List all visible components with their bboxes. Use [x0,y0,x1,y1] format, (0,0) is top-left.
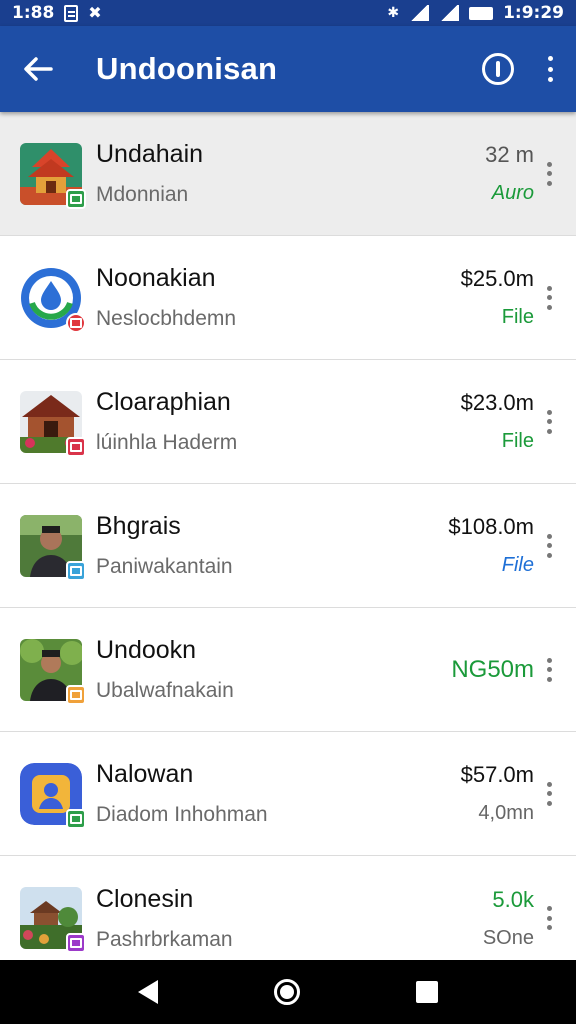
item-title: Bhgrais [96,512,181,540]
temple-thumbnail [20,142,86,209]
list-item[interactable]: Nalowan Diadom Inhohman $57.0m 4,0mn [0,732,576,856]
item-title: Undookn [96,636,197,664]
item-subtitle: Neslocbhdemn [96,307,237,330]
list-item[interactable]: Clonesin Pashrbrkaman 5.0k SOne [0,856,576,960]
app-badge-icon [66,933,86,953]
row-more-icon[interactable] [544,160,554,188]
filter-icon[interactable] [482,53,514,85]
app-badge-icon [66,188,86,209]
item-subtitle: Ubalwafnakain [96,679,234,702]
list-item[interactable]: Undookn Ubalwafnakain NG50m [0,608,576,732]
item-amount: $25.0m [460,266,534,291]
page-title: Undoonisan [96,51,278,86]
bluetooth-icon: ✱ [387,5,400,21]
battery-icon [469,6,494,20]
list-item[interactable]: Undahain Mdonnian 32 m Auro [0,112,576,236]
item-title: Clonesin [96,884,194,913]
droplet-app-icon [20,267,86,333]
row-more-icon[interactable] [544,284,554,312]
item-title: Cloaraphian [96,388,231,416]
row-more-icon[interactable] [544,656,554,684]
item-title: Noonakian [96,264,216,292]
nav-recents-icon[interactable] [416,981,438,1003]
item-amount: $23.0m [460,390,534,415]
app-badge-icon [66,684,86,705]
tools-notification-icon: ✖ [88,3,102,22]
person-garden-thumbnail [20,638,86,705]
item-subtitle: lúinhla Haderm [96,431,238,454]
item-status: File [501,306,534,328]
item-subtitle: Pashrbrkaman [96,927,233,951]
item-status: File [501,430,534,452]
item-amount: $108.0m [448,514,534,539]
transaction-list: Undahain Mdonnian 32 m Auro Noonakian Ne… [0,112,576,960]
item-amount: $57.0m [460,762,534,787]
landscape-thumbnail [20,887,86,953]
status-time: 1:88 [12,3,55,23]
app-badge-icon [66,312,86,333]
list-item[interactable]: Noonakian Neslocbhdemn $25.0m File [0,236,576,360]
house-thumbnail [20,390,86,457]
list-item[interactable]: Bhgrais Paniwakantain $108.0m File [0,484,576,608]
status-bar: 1:88 ✖ ✱ 1:9:29 [0,0,576,26]
item-amount: 32 m [485,142,534,167]
status-clock: 1:9:29 [503,3,564,23]
item-amount: NG50m [451,655,534,683]
app-bar: Undoonisan [0,26,576,112]
row-more-icon[interactable] [544,532,554,560]
wifi-signal-icon [409,5,430,21]
row-more-icon[interactable] [544,408,554,436]
row-more-icon[interactable] [544,904,554,932]
contacts-app-icon [20,762,86,829]
nav-back-icon[interactable] [138,980,158,1004]
cell-signal-icon [439,5,460,21]
item-subtitle: Diadom Inhohman [96,803,268,826]
item-subtitle: Mdonnian [96,183,189,206]
person-thumbnail [20,514,86,581]
item-status: SOne [482,926,534,949]
app-badge-icon [66,808,86,829]
back-arrow-icon[interactable] [20,51,56,87]
nav-home-icon[interactable] [274,979,300,1005]
item-amount: 5.0k [492,886,534,912]
row-more-icon[interactable] [544,780,554,808]
item-status: File [501,554,534,576]
app-badge-icon [66,560,86,581]
item-title: Undahain [96,140,204,168]
item-subtitle: Paniwakantain [96,555,233,578]
item-title: Nalowan [96,760,194,788]
more-vert-icon[interactable] [544,53,556,85]
navigation-bar [0,960,576,1024]
item-status: Auro [491,182,534,204]
document-notification-icon [64,4,79,22]
item-status: 4,0mn [478,802,534,824]
app-badge-icon [66,436,86,457]
list-item[interactable]: Cloaraphian lúinhla Haderm $23.0m File [0,360,576,484]
